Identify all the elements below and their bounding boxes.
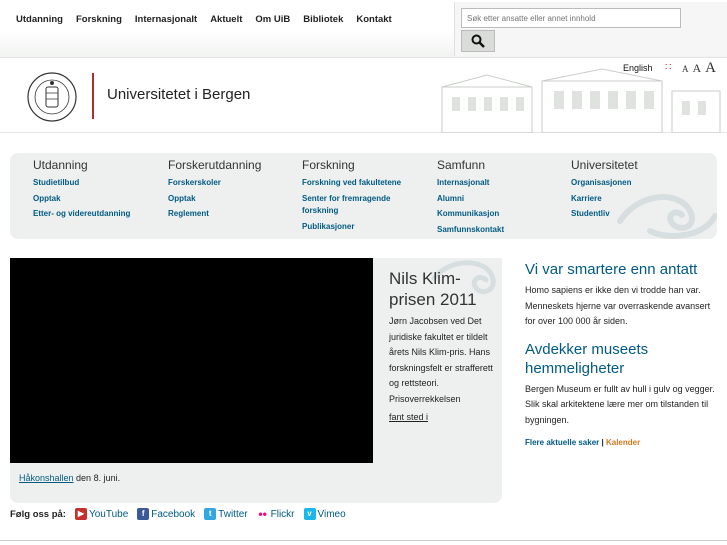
menu-column-forskning: Forskning Forskning ved fakultetene Sent…	[302, 158, 420, 234]
topnav-item-om-uib[interactable]: Om UiB	[255, 14, 290, 25]
search-area	[454, 2, 727, 56]
site-header: Universitetet i Bergen English ∷ A A A	[0, 59, 727, 133]
news-item: Avdekker museets hemmeligheter Bergen Mu…	[525, 340, 720, 429]
menu-link[interactable]: Internasjonalt	[437, 175, 504, 191]
caption-link[interactable]: Håkonshallen	[19, 473, 74, 483]
menu-link[interactable]: Reglement	[168, 206, 261, 222]
language-link-english[interactable]: English	[623, 63, 653, 73]
menu-link[interactable]: Karriere	[571, 191, 638, 207]
topnav-item-kontakt[interactable]: Kontakt	[356, 14, 391, 25]
search-button[interactable]	[461, 30, 495, 52]
youtube-icon: ▶	[74, 508, 87, 520]
topnav-item-aktuelt[interactable]: Aktuelt	[210, 14, 242, 25]
menu-link[interactable]: Studietilbud	[33, 175, 130, 191]
menu-column-forskerutdanning: Forskerutdanning Forskerskoler Opptak Re…	[168, 158, 261, 222]
top-nav: Utdanning Forskning Internasjonalt Aktue…	[16, 14, 392, 25]
vimeo-link[interactable]: v Vimeo	[303, 508, 346, 520]
caption-text: den 8. juni.	[73, 473, 121, 483]
news-text: Bergen Museum er fullt av hull i gulv og…	[525, 383, 715, 425]
flickr-icon: ••	[256, 507, 269, 521]
separator-dots-icon: ∷	[665, 62, 672, 73]
building-illustration	[441, 68, 721, 133]
uib-seal-logo[interactable]	[26, 71, 78, 123]
menu-link[interactable]: Opptak	[168, 191, 261, 207]
topnav-item-internasjonalt[interactable]: Internasjonalt	[135, 14, 197, 25]
search-icon	[471, 34, 485, 48]
font-size-large[interactable]: A	[705, 60, 716, 76]
more-links: Flere aktuelle saker | Kalender	[525, 438, 720, 447]
social-label: Følg oss på:	[10, 508, 66, 520]
menu-link[interactable]: Senter for fremragende forskning	[302, 193, 420, 217]
social-link-label: Twitter	[218, 508, 248, 520]
vimeo-icon: v	[303, 508, 316, 520]
twitter-link[interactable]: t Twitter	[204, 508, 248, 520]
more-separator: |	[599, 438, 606, 447]
menu-link[interactable]: Alumni	[437, 191, 504, 207]
mega-menu: Utdanning Studietilbud Opptak Etter- og …	[10, 153, 717, 239]
menu-link[interactable]: Samfunnskontakt	[437, 222, 504, 238]
menu-link[interactable]: Opptak	[33, 191, 130, 207]
menu-link[interactable]: Organisasjonen	[571, 175, 638, 191]
menu-heading[interactable]: Utdanning	[33, 158, 130, 172]
topnav-item-bibliotek[interactable]: Bibliotek	[303, 14, 343, 25]
menu-heading[interactable]: Forskning	[302, 158, 420, 172]
feature-text: Jørn Jacobsen ved Det juridiske fakultet…	[389, 316, 493, 404]
facebook-icon: f	[137, 508, 150, 520]
topnav-item-utdanning[interactable]: Utdanning	[16, 14, 63, 25]
topnav-item-forskning[interactable]: Forskning	[76, 14, 122, 25]
social-link-label: Facebook	[151, 508, 196, 520]
menu-heading[interactable]: Universitetet	[571, 158, 638, 172]
more-news-link[interactable]: Flere aktuelle saker	[525, 438, 599, 447]
top-bar: Utdanning Forskning Internasjonalt Aktue…	[0, 0, 727, 58]
menu-link[interactable]: Forskning ved fakultetene	[302, 175, 420, 191]
menu-column-universitetet: Universitetet Organisasjonen Karriere St…	[571, 158, 638, 222]
feature-link[interactable]: fant sted i	[389, 412, 428, 422]
logo-divider	[92, 73, 94, 119]
menu-column-utdanning: Utdanning Studietilbud Opptak Etter- og …	[33, 158, 130, 222]
search-input[interactable]	[461, 8, 681, 28]
menu-link[interactable]: Kommunikasjon	[437, 206, 504, 222]
font-size-medium[interactable]: A	[693, 61, 702, 75]
video-player[interactable]	[10, 258, 373, 463]
feature-text-block: Nils Klim-prisen 2011 Jørn Jacobsen ved …	[389, 268, 499, 425]
social-link-label: Vimeo	[317, 508, 346, 520]
font-size-controls: A A A	[682, 59, 716, 77]
menu-link[interactable]: Publikasjoner	[302, 219, 420, 235]
font-size-small[interactable]: A	[682, 64, 689, 74]
feature-title[interactable]: Nils Klim-prisen 2011	[389, 268, 499, 310]
menu-column-samfunn: Samfunn Internasjonalt Alumni Kommunikas…	[437, 158, 504, 237]
youtube-link[interactable]: ▶ YouTube	[74, 508, 129, 520]
facebook-link[interactable]: f Facebook	[137, 508, 195, 520]
news-text: Homo sapiens er ikke den vi trodde han v…	[525, 285, 711, 326]
social-link-label: YouTube	[88, 508, 129, 520]
calendar-link[interactable]: Kalender	[606, 438, 640, 447]
twitter-icon: t	[204, 508, 217, 520]
menu-heading[interactable]: Samfunn	[437, 158, 504, 172]
feature-box: Nils Klim-prisen 2011 Jørn Jacobsen ved …	[10, 258, 502, 503]
menu-link[interactable]: Studentliv	[571, 206, 638, 222]
social-link-label: Flickr	[270, 508, 295, 520]
menu-link[interactable]: Etter- og videreutdanning	[33, 206, 130, 222]
news-column: Vi var smartere enn antatt Homo sapiens …	[525, 260, 720, 447]
menu-link[interactable]: Forskerskoler	[168, 175, 261, 191]
site-title[interactable]: Universitetet i Bergen	[107, 86, 250, 103]
video-caption: Håkonshallen den 8. juni.	[19, 473, 120, 483]
social-links: Følg oss på: ▶ YouTube f Facebook t Twitter…	[10, 508, 346, 520]
news-title[interactable]: Avdekker museets hemmeligheter	[525, 340, 720, 378]
footer-divider	[0, 540, 727, 541]
menu-heading[interactable]: Forskerutdanning	[168, 158, 261, 172]
news-item: Vi var smartere enn antatt Homo sapiens …	[525, 260, 720, 330]
news-title[interactable]: Vi var smartere enn antatt	[525, 260, 720, 279]
flickr-link[interactable]: •• Flickr	[256, 507, 295, 521]
